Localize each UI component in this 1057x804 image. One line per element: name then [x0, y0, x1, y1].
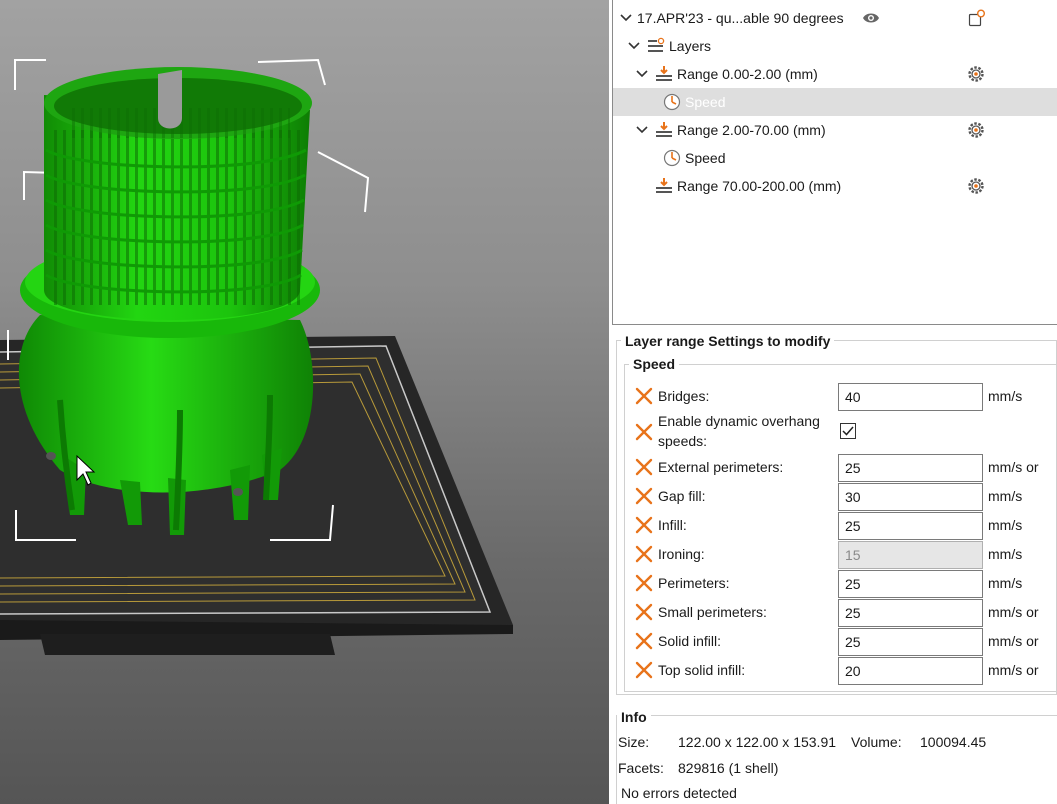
setting-row-dynamic-overhang: Enable dynamic overhang speeds:	[634, 413, 1054, 451]
remove-setting-icon[interactable]	[634, 422, 654, 442]
setting-unit: mm/s or	[988, 459, 1039, 475]
setting-label: Perimeters:	[658, 575, 730, 591]
speed-label: Speed	[685, 150, 726, 166]
solid-infill-input[interactable]	[838, 628, 983, 656]
speed-icon	[663, 149, 681, 167]
ironing-input	[838, 541, 983, 569]
layer-range-settings: Layer range Settings to modify Speed Bri…	[612, 330, 1057, 695]
remove-setting-icon[interactable]	[634, 515, 654, 535]
remove-setting-icon[interactable]	[634, 602, 654, 622]
tree-row-range[interactable]: Range 2.00-70.00 (mm)	[613, 116, 1057, 144]
scene	[0, 58, 513, 655]
speed-group-title: Speed	[629, 356, 680, 372]
setting-row-small-perimeters: Small perimeters: mm/s or	[634, 598, 1054, 627]
3d-viewport[interactable]	[0, 0, 609, 804]
speed-icon	[663, 93, 681, 111]
object-settings-icon[interactable]	[968, 9, 986, 27]
setting-row-solid-infill: Solid infill: mm/s or	[634, 627, 1054, 656]
range-label: Range 0.00-2.00 (mm)	[677, 66, 818, 82]
tree-row-range[interactable]: Range 70.00-200.00 (mm)	[613, 172, 1057, 200]
infill-input[interactable]	[838, 512, 983, 540]
remove-setting-icon[interactable]	[634, 386, 654, 406]
tree-row-layers[interactable]: Layers	[613, 32, 1057, 60]
layer-range-icon	[655, 65, 673, 83]
size-label: Size:	[618, 734, 650, 750]
chevron-down-icon[interactable]	[635, 67, 649, 81]
object-name: 17.APR'23 - qu...able 90 degrees	[637, 10, 844, 26]
gear-icon[interactable]	[967, 65, 985, 83]
info-panel: Info Size: 122.00 x 122.00 x 153.91 Volu…	[612, 705, 1057, 804]
gap-fill-input[interactable]	[838, 483, 983, 511]
setting-label: speeds:	[658, 433, 708, 449]
layer-range-icon	[655, 177, 673, 195]
setting-label: Solid infill:	[658, 633, 722, 649]
tree-row-range[interactable]: Range 0.00-2.00 (mm)	[613, 60, 1057, 88]
setting-unit: mm/s	[988, 488, 1023, 504]
eye-icon[interactable]	[862, 9, 880, 27]
layer-range-icon	[655, 121, 673, 139]
layers-icon	[647, 37, 665, 55]
setting-row-ironing: Ironing: mm/s	[634, 540, 1054, 569]
remove-setting-icon[interactable]	[634, 660, 654, 680]
facets-label: Facets:	[618, 760, 664, 776]
setting-row-infill: Infill: mm/s	[634, 511, 1054, 540]
size-value: 122.00 x 122.00 x 153.91	[678, 734, 837, 750]
remove-setting-icon[interactable]	[634, 573, 654, 593]
object-list[interactable]: 17.APR'23 - qu...able 90 degrees Layers	[612, 0, 1057, 325]
top-solid-infill-input[interactable]	[838, 657, 983, 685]
remove-setting-icon[interactable]	[634, 631, 654, 651]
setting-unit: mm/s	[988, 546, 1023, 562]
setting-label: External perimeters:	[658, 459, 784, 475]
setting-unit: mm/s or	[988, 633, 1039, 649]
gear-icon[interactable]	[967, 177, 985, 195]
volume-value: 100094.45	[920, 734, 987, 750]
gear-icon[interactable]	[967, 121, 985, 139]
chevron-down-icon[interactable]	[627, 39, 641, 53]
tree-row-speed[interactable]: Speed	[613, 88, 1057, 116]
setting-label: Small perimeters:	[658, 604, 767, 620]
speed-label: Speed	[685, 94, 726, 110]
chevron-down-icon[interactable]	[635, 123, 649, 137]
layers-label: Layers	[669, 38, 712, 54]
setting-unit: mm/s or	[988, 662, 1039, 678]
small-perimeters-input[interactable]	[838, 599, 983, 627]
volume-label: Volume:	[851, 734, 902, 750]
dynamic-overhang-checkbox[interactable]	[840, 423, 856, 439]
facets-value: 829816 (1 shell)	[678, 760, 779, 776]
setting-label: Gap fill:	[658, 488, 706, 504]
setting-row-perimeters: Perimeters: mm/s	[634, 569, 1054, 598]
chevron-down-icon[interactable]	[619, 11, 633, 25]
setting-unit: mm/s	[988, 388, 1023, 404]
setting-label: Top solid infill:	[658, 662, 746, 678]
setting-row-top-solid-infill: Top solid infill: mm/s or	[634, 656, 1054, 685]
setting-label: Bridges:	[658, 388, 710, 404]
tree-row-object[interactable]: 17.APR'23 - qu...able 90 degrees	[613, 4, 1057, 32]
setting-label: Ironing:	[658, 546, 705, 562]
range-label: Range 2.00-70.00 (mm)	[677, 122, 826, 138]
setting-row-bridges: Bridges: mm/s	[634, 382, 1054, 411]
setting-unit: mm/s or	[988, 604, 1039, 620]
perimeters-input[interactable]	[838, 570, 983, 598]
right-panel: 17.APR'23 - qu...able 90 degrees Layers	[609, 0, 1057, 804]
settings-title: Layer range Settings to modify	[621, 333, 835, 349]
setting-row-gap-fill: Gap fill: mm/s	[634, 482, 1054, 511]
setting-row-external-perimeters: External perimeters: mm/s or	[634, 453, 1054, 482]
info-title: Info	[617, 709, 651, 725]
setting-unit: mm/s	[988, 517, 1023, 533]
remove-setting-icon[interactable]	[634, 486, 654, 506]
remove-setting-icon[interactable]	[634, 457, 654, 477]
setting-label: Infill:	[658, 517, 687, 533]
bridges-input[interactable]	[838, 383, 983, 411]
setting-label: Enable dynamic overhang	[658, 413, 820, 429]
3d-model	[18, 67, 320, 535]
tree-row-speed[interactable]: Speed	[613, 144, 1057, 172]
range-label: Range 70.00-200.00 (mm)	[677, 178, 842, 194]
errors-status: No errors detected	[621, 785, 737, 801]
remove-setting-icon[interactable]	[634, 544, 654, 564]
setting-unit: mm/s	[988, 575, 1023, 591]
external-perimeters-input[interactable]	[838, 454, 983, 482]
